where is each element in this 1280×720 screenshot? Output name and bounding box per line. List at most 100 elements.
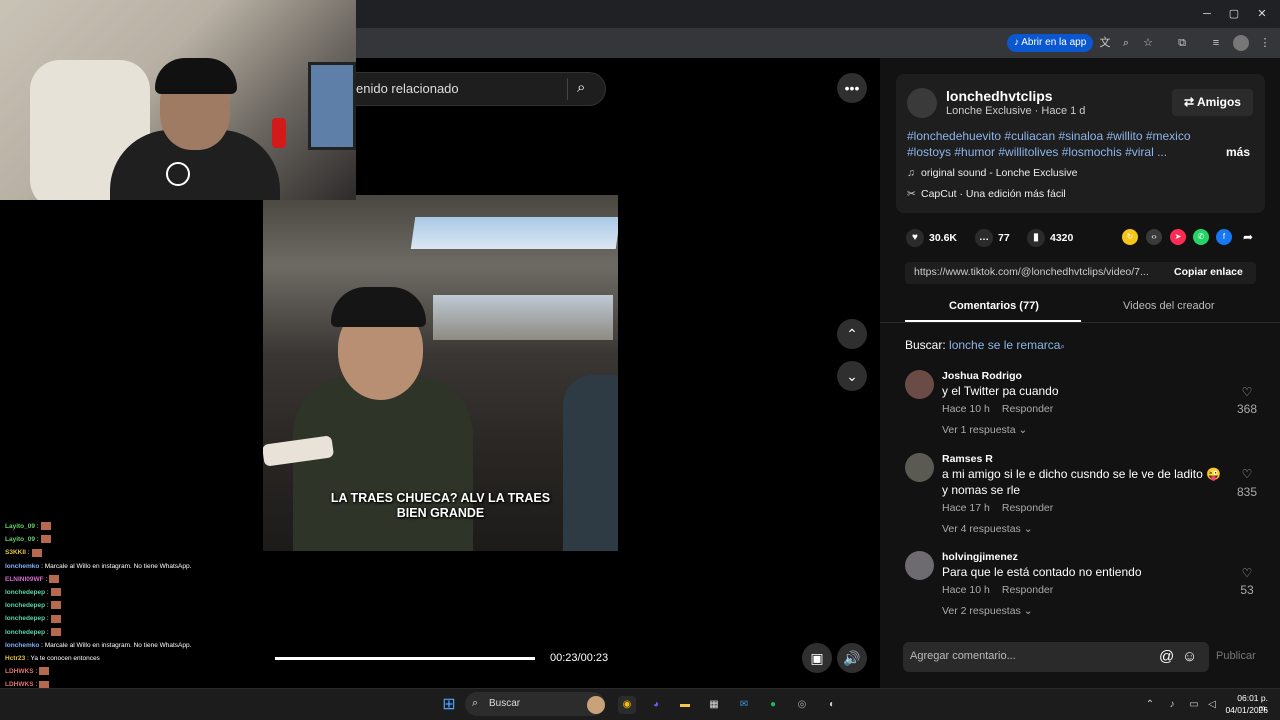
commenter-avatar[interactable] (905, 453, 934, 482)
commenter-name[interactable]: Joshua Rodrigo (942, 370, 1022, 382)
chat-emote-icon (50, 614, 61, 623)
tab-comments[interactable]: Comentarios (77) (949, 300, 1039, 312)
profile-avatar-icon[interactable] (1233, 35, 1249, 51)
emoji-icon[interactable]: ☺ (1182, 648, 1197, 665)
view-replies-button[interactable]: Ver 4 respuestas ⌄ (942, 523, 1033, 535)
next-video-icon[interactable]: ⌄ (837, 361, 867, 391)
commenter-avatar[interactable] (905, 551, 934, 580)
embed-icon[interactable]: ‹› (1146, 229, 1162, 245)
chat-text: : (46, 628, 49, 636)
video-person-body (293, 375, 473, 551)
copy-link-button[interactable]: Copiar enlace (1174, 266, 1243, 278)
taskbar-search[interactable] (465, 692, 605, 716)
comment-like-count: 368 (1236, 402, 1258, 416)
chat-username: lonchedepep (5, 628, 46, 636)
webcam-overlay (0, 0, 356, 200)
comment-meta: Hace 10 h Responder (942, 584, 1065, 596)
webcam-mic (272, 118, 286, 148)
sound-row[interactable]: ♫ original sound - Lonche Exclusive (907, 167, 1077, 179)
save-stat[interactable]: ▮ 4320 (1027, 229, 1073, 247)
capcut-row[interactable]: ✂ CapCut · Una edición más fácil (907, 188, 1066, 200)
start-icon[interactable]: ⊞ (440, 696, 458, 714)
chat-message: LDHWKS : (0, 665, 262, 678)
view-replies-button[interactable]: Ver 2 respuestas ⌄ (942, 605, 1033, 617)
chat-emote-icon (31, 548, 42, 557)
mention-icon[interactable]: @ (1159, 648, 1174, 665)
send-icon[interactable]: ➤ (1170, 229, 1186, 245)
commenter-name[interactable]: holvingjimenez (942, 551, 1018, 563)
sound-label: original sound - Lonche Exclusive (921, 167, 1078, 179)
view-replies-button[interactable]: Ver 1 respuesta ⌄ (942, 424, 1027, 436)
volume-icon[interactable]: 🔊 (837, 643, 867, 673)
comment-stat[interactable]: … 77 (975, 229, 1010, 247)
reply-button[interactable]: Responder (1002, 403, 1053, 415)
capcut-icon: ✂ (907, 188, 916, 200)
comment-like-icon[interactable]: ♡ (1232, 467, 1262, 481)
bookmark-star-icon[interactable]: ☆ (1140, 35, 1156, 51)
publish-button[interactable]: Publicar (1216, 650, 1256, 662)
picture-in-picture-icon[interactable]: ▣ (802, 643, 832, 673)
reading-list-icon[interactable]: ≡ (1208, 35, 1224, 51)
related-search-keyword[interactable]: lonche se le remarca (949, 338, 1060, 352)
whatsapp-icon[interactable]: ✆ (1193, 229, 1209, 245)
file-explorer-icon[interactable]: ▬ (676, 696, 694, 714)
like-stat[interactable]: ♥ 30.6K (906, 229, 957, 247)
comment-text: a mi amigo si le e dicho cusndo se le ve… (942, 467, 1222, 497)
reply-button[interactable]: Responder (1002, 584, 1053, 596)
extensions-icon[interactable]: ⧉ (1174, 35, 1190, 51)
commenter-name[interactable]: Ramses R (942, 453, 993, 465)
tray-chevron-icon[interactable]: ⌃ (1141, 696, 1159, 714)
app-icon[interactable]: ◎ (793, 696, 811, 714)
chat-text: : (35, 668, 38, 676)
tab-creator-videos[interactable]: Videos del creador (1123, 300, 1215, 312)
mail-icon[interactable]: ✉ (735, 696, 753, 714)
comment-like-icon[interactable]: ♡ (1232, 566, 1262, 580)
clock-date[interactable]: 04/01/2026 (1224, 705, 1268, 715)
search-icon[interactable]: ⌕ (577, 79, 595, 97)
maximize-button[interactable]: ▢ (1224, 6, 1244, 22)
microphone-icon[interactable]: ♪ (1163, 696, 1181, 714)
previous-video-icon[interactable]: ⌃ (837, 319, 867, 349)
minimize-button[interactable]: ─ (1197, 6, 1217, 22)
chat-message: lonchedepep : (0, 626, 262, 639)
chat-emote-icon (50, 601, 61, 610)
repost-icon[interactable]: ↻ (1122, 229, 1138, 245)
windows-taskbar (0, 688, 1280, 720)
chat-username: lonchedepep (5, 615, 46, 623)
network-icon[interactable]: ▭ (1185, 696, 1203, 714)
friends-button-label: Amigos (1196, 95, 1241, 109)
related-search[interactable]: Buscar: lonche se le remarca⌕ (905, 338, 1065, 352)
speaker-icon[interactable]: ◁ (1203, 696, 1221, 714)
facebook-icon[interactable]: f (1216, 229, 1232, 245)
browser-menu-icon[interactable]: ⋮ (1257, 35, 1273, 51)
hashtags-line-1[interactable]: #lonchedehuevito #culiacan #sinaloa #wil… (907, 129, 1191, 143)
view-replies-label: Ver 4 respuestas (942, 523, 1021, 535)
open-in-app-button[interactable]: ♪ Abrir en la app (1007, 34, 1094, 52)
reply-button[interactable]: Responder (1002, 502, 1053, 514)
close-window-button[interactable]: ✕ (1252, 6, 1272, 22)
comment-like-icon[interactable]: ♡ (1232, 385, 1262, 399)
friends-button[interactable]: ⇄ Amigos (1172, 89, 1253, 116)
share-arrow-icon[interactable]: ➦ (1240, 229, 1256, 245)
discord-icon[interactable]: ◕ (647, 696, 665, 714)
webcam-person-cap (155, 58, 237, 94)
progress-bar[interactable] (275, 657, 535, 660)
chat-username: lonchemko (5, 562, 40, 570)
chat-message: lonchedepep : (0, 599, 262, 612)
more-link[interactable]: más (1226, 145, 1250, 159)
store-icon[interactable]: ▦ (705, 696, 723, 714)
chat-emote-icon (50, 588, 61, 597)
zoom-icon[interactable]: ⌕ (1118, 35, 1134, 51)
chrome-icon[interactable]: ◉ (618, 696, 636, 714)
translate-icon[interactable]: 文 (1097, 35, 1113, 51)
commenter-avatar[interactable] (905, 370, 934, 399)
author-avatar[interactable] (907, 88, 937, 118)
comment-meta: Hace 10 h Responder (942, 403, 1065, 415)
spotify-icon[interactable]: ● (764, 696, 782, 714)
obs-icon[interactable]: ◐ (823, 696, 841, 714)
comment-text: y el Twitter pa cuando (942, 384, 1059, 398)
more-options-icon[interactable]: ••• (837, 73, 867, 103)
hashtags-line-2[interactable]: #lostoys #humor #willitolives #losmochis… (907, 145, 1167, 159)
author-name[interactable]: lonchedhvtclips (946, 88, 1053, 104)
chat-username: Layito_09 (5, 536, 35, 544)
